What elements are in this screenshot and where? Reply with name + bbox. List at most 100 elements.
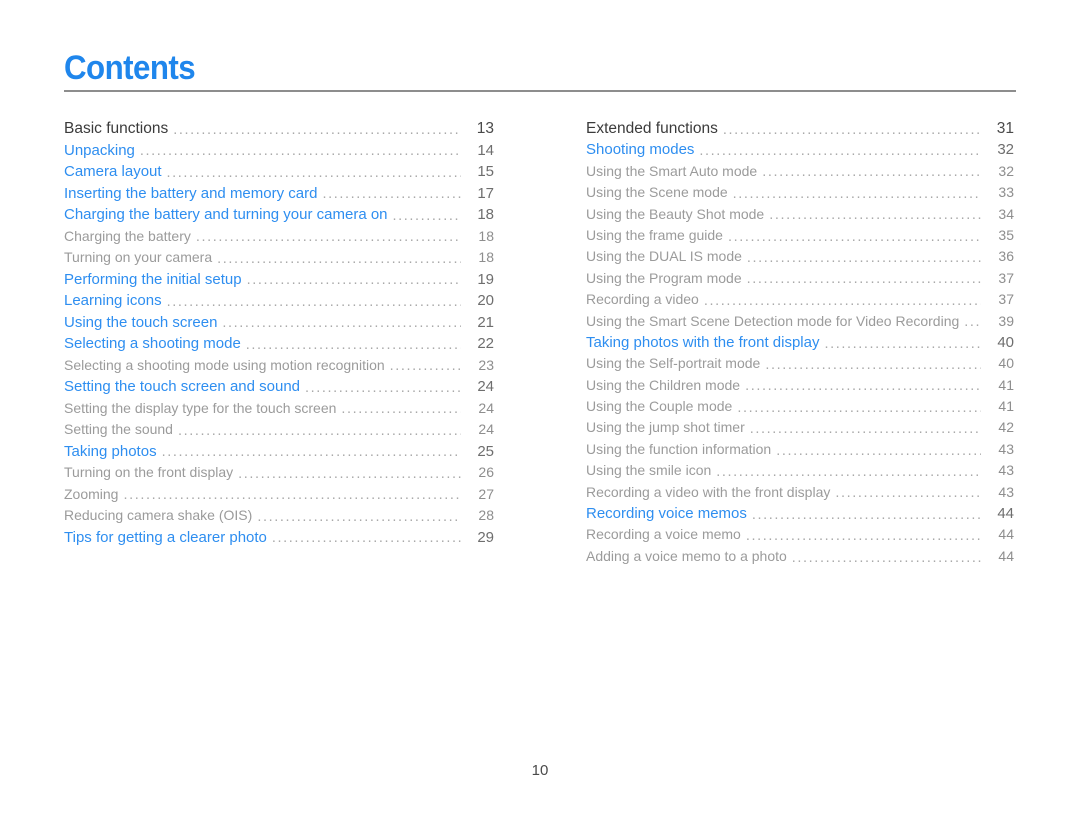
toc-entry-page: 40 bbox=[997, 333, 1014, 351]
toc-sub-row[interactable]: Using the DUAL IS mode 36 bbox=[586, 246, 1014, 267]
toc-sub-row[interactable]: Turning on the front display 26 bbox=[64, 462, 494, 484]
toc-entry-label: Tips for getting a clearer photo bbox=[64, 528, 267, 546]
toc-dot-leader bbox=[747, 271, 981, 285]
toc-entry-page: 43 bbox=[998, 462, 1014, 479]
toc-sub-row[interactable]: Using the Beauty Shot mode 34 bbox=[586, 204, 1014, 225]
toc-sub-row[interactable]: Turning on your camera 18 bbox=[64, 247, 494, 269]
toc-dot-leader bbox=[728, 229, 981, 243]
toc-sub-row[interactable]: Using the function information 43 bbox=[586, 439, 1014, 460]
toc-dot-leader bbox=[162, 444, 461, 458]
toc-dot-leader bbox=[173, 122, 461, 136]
toc-sub-row[interactable]: Using the Smart Scene Detection mode for… bbox=[586, 311, 1014, 332]
toc-entry-label: Using the touch screen bbox=[64, 313, 218, 331]
toc-entry-label: Recording a voice memo bbox=[586, 526, 741, 543]
toc-dot-leader bbox=[747, 250, 981, 264]
toc-sub-row[interactable]: Recording a video with the front display… bbox=[586, 482, 1014, 503]
toc-sub-row[interactable]: Using the Program mode 37 bbox=[586, 268, 1014, 289]
toc-sub-row[interactable]: Using the smile icon 43 bbox=[586, 460, 1014, 481]
toc-link-row[interactable]: Camera layout 15 bbox=[64, 161, 494, 183]
toc-entry-page: 19 bbox=[477, 270, 494, 288]
toc-link-row[interactable]: Taking photos with the front display 40 bbox=[586, 332, 1014, 353]
toc-entry-page: 36 bbox=[998, 248, 1014, 265]
toc-link-row[interactable]: Setting the touch screen and sound 24 bbox=[64, 376, 494, 398]
toc-entry-page: 18 bbox=[477, 206, 494, 223]
toc-sub-row[interactable]: Charging the battery 18 bbox=[64, 226, 494, 248]
toc-dot-leader bbox=[222, 315, 461, 329]
toc-entry-label: Turning on your camera bbox=[64, 249, 213, 265]
toc-entry-label: Unpacking bbox=[64, 141, 135, 159]
toc-sub-row[interactable]: Using the Children mode 41 bbox=[586, 375, 1014, 396]
toc-entry-label: Using the Self-portrait mode bbox=[586, 355, 761, 372]
toc-dot-leader bbox=[716, 464, 981, 478]
toc-entry-page: 44 bbox=[998, 526, 1014, 543]
toc-sub-row[interactable]: Recording a voice memo 44 bbox=[586, 524, 1014, 545]
toc-entry-page: 43 bbox=[998, 440, 1014, 457]
toc-dot-leader bbox=[247, 272, 461, 286]
toc-link-row[interactable]: Learning icons 20 bbox=[64, 290, 494, 312]
toc-sub-row[interactable]: Zooming 27 bbox=[64, 484, 494, 506]
toc-entry-page: 42 bbox=[998, 419, 1014, 436]
toc-sub-row[interactable]: Using the Self-portrait mode 40 bbox=[586, 353, 1014, 374]
toc-link-row[interactable]: Performing the initial setup 19 bbox=[64, 269, 494, 291]
toc-sub-row[interactable]: Setting the sound 24 bbox=[64, 419, 494, 441]
toc-sub-row[interactable]: Using the frame guide 35 bbox=[586, 225, 1014, 246]
toc-entry-page: 41 bbox=[998, 398, 1014, 415]
toc-entry-label: Recording a video with the front display bbox=[586, 483, 831, 500]
toc-entry-label: Recording voice memos bbox=[586, 505, 747, 523]
toc-sub-row[interactable]: Adding a voice memo to a photo 44 bbox=[586, 546, 1014, 567]
toc-link-row[interactable]: Shooting modes 32 bbox=[586, 139, 1014, 160]
toc-sub-row[interactable]: Using the Scene mode 33 bbox=[586, 182, 1014, 203]
toc-entry-label: Zooming bbox=[64, 485, 119, 502]
toc-entry-label: Charging the battery and turning your ca… bbox=[64, 206, 388, 223]
toc-dot-leader bbox=[835, 485, 981, 499]
toc-entry-label: Using the Couple mode bbox=[586, 398, 733, 415]
toc-dot-leader bbox=[737, 400, 981, 414]
toc-entry-page: 39 bbox=[998, 312, 1014, 329]
toc-entry-label: Taking photos with the front display bbox=[586, 333, 820, 351]
toc-link-row[interactable]: Unpacking 14 bbox=[64, 140, 494, 162]
toc-dot-leader bbox=[246, 337, 461, 351]
toc-entry-page: 31 bbox=[996, 120, 1014, 137]
toc-entry-page: 24 bbox=[478, 421, 494, 437]
toc-entry-label: Inserting the battery and memory card bbox=[64, 184, 318, 202]
toc-entry-label: Selecting a shooting mode bbox=[64, 335, 241, 352]
toc-dot-leader bbox=[341, 401, 461, 415]
page-title: Contents bbox=[64, 49, 196, 87]
toc-dot-leader bbox=[750, 421, 981, 435]
toc-sub-row[interactable]: Setting the display type for the touch s… bbox=[64, 398, 494, 420]
toc-sub-row[interactable]: Using the jump shot timer 42 bbox=[586, 417, 1014, 438]
toc-link-row[interactable]: Recording voice memos 44 bbox=[586, 503, 1014, 524]
toc-entry-page: 33 bbox=[998, 184, 1014, 201]
toc-dot-leader bbox=[167, 165, 461, 179]
toc-sub-row[interactable]: Using the Smart Auto mode 32 bbox=[586, 161, 1014, 182]
toc-dot-leader bbox=[769, 207, 981, 221]
toc-entry-label: Reducing camera shake (OIS) bbox=[64, 507, 253, 523]
toc-dot-leader bbox=[238, 466, 461, 480]
toc-entry-page: 17 bbox=[477, 184, 494, 202]
toc-link-row[interactable]: Charging the battery and turning your ca… bbox=[64, 204, 494, 226]
toc-entry-label: Taking photos bbox=[64, 442, 157, 460]
toc-entry-page: 34 bbox=[998, 205, 1014, 222]
toc-link-row[interactable]: Using the touch screen 21 bbox=[64, 312, 494, 334]
toc-entry-page: 43 bbox=[998, 483, 1014, 500]
toc-entry-label: Turning on the front display bbox=[64, 464, 234, 480]
toc-dot-leader bbox=[745, 378, 981, 392]
toc-entry-page: 15 bbox=[477, 163, 494, 180]
toc-entry-label: Charging the battery bbox=[64, 227, 191, 244]
toc-sub-row[interactable]: Reducing camera shake (OIS) 28 bbox=[64, 505, 494, 527]
toc-sub-row[interactable]: Using the Couple mode 41 bbox=[586, 396, 1014, 417]
toc-dot-leader bbox=[322, 186, 461, 200]
toc-dot-leader bbox=[272, 530, 461, 544]
toc-link-row[interactable]: Selecting a shooting mode 22 bbox=[64, 333, 494, 355]
toc-entry-page: 28 bbox=[478, 507, 494, 523]
toc-link-row[interactable]: Inserting the battery and memory card 17 bbox=[64, 183, 494, 205]
toc-dot-leader bbox=[792, 550, 981, 564]
toc-sub-row[interactable]: Selecting a shooting mode using motion r… bbox=[64, 355, 494, 377]
page-number: 10 bbox=[531, 762, 549, 779]
toc-entry-page: 32 bbox=[998, 162, 1014, 179]
toc-sub-row[interactable]: Recording a video 37 bbox=[586, 289, 1014, 310]
toc-link-row[interactable]: Tips for getting a clearer photo 29 bbox=[64, 527, 494, 549]
toc-entry-page: 20 bbox=[477, 292, 494, 309]
toc-entry-page: 24 bbox=[478, 399, 494, 416]
toc-link-row[interactable]: Taking photos 25 bbox=[64, 441, 494, 463]
